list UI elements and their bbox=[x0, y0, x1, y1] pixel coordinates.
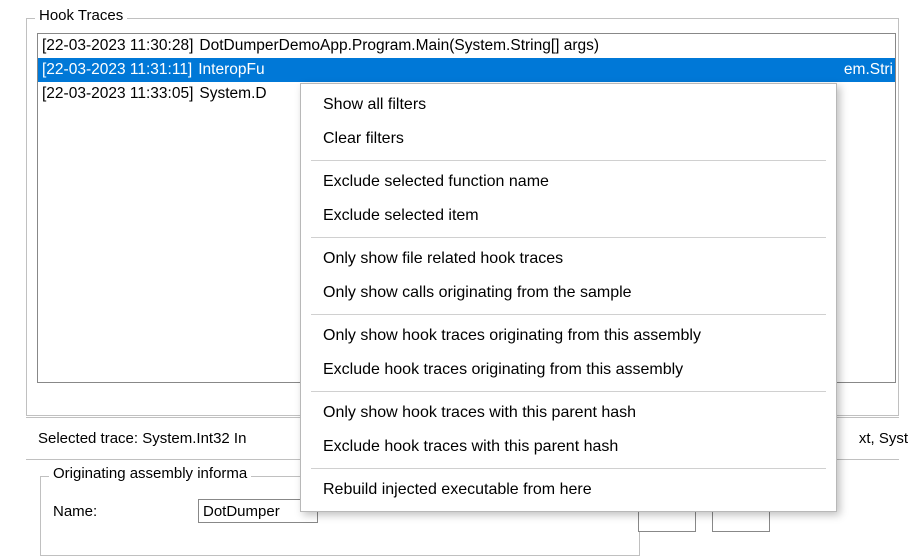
menu-exclude-item[interactable]: Exclude selected item bbox=[301, 199, 836, 233]
context-menu: Show all filters Clear filters Exclude s… bbox=[300, 83, 837, 512]
menu-separator bbox=[311, 314, 826, 315]
menu-show-all-filters[interactable]: Show all filters bbox=[301, 88, 836, 122]
control-fragment[interactable] bbox=[638, 510, 696, 532]
menu-exclude-parent-hash[interactable]: Exclude hook traces with this parent has… bbox=[301, 430, 836, 464]
row-tail: em.Stri bbox=[844, 61, 893, 79]
control-fragment[interactable] bbox=[712, 510, 770, 532]
menu-separator bbox=[311, 468, 826, 469]
function-name: System.D bbox=[199, 85, 266, 103]
menu-separator bbox=[311, 391, 826, 392]
menu-only-from-sample[interactable]: Only show calls originating from the sam… bbox=[301, 276, 836, 310]
menu-exclude-function-name[interactable]: Exclude selected function name bbox=[301, 165, 836, 199]
menu-exclude-from-assembly[interactable]: Exclude hook traces originating from thi… bbox=[301, 353, 836, 387]
name-label: Name: bbox=[53, 503, 198, 520]
selected-trace-tail: xt, Syst bbox=[859, 424, 908, 454]
selected-trace-label: Selected trace: System.Int32 In bbox=[38, 430, 246, 447]
function-name: DotDumperDemoApp.Program.Main(System.Str… bbox=[199, 37, 599, 55]
menu-rebuild-executable[interactable]: Rebuild injected executable from here bbox=[301, 473, 836, 507]
timestamp: [22-03-2023 11:30:28] bbox=[42, 37, 193, 55]
menu-separator bbox=[311, 160, 826, 161]
menu-only-from-assembly[interactable]: Only show hook traces originating from t… bbox=[301, 319, 836, 353]
menu-only-file-related[interactable]: Only show file related hook traces bbox=[301, 242, 836, 276]
hook-traces-title: Hook Traces bbox=[35, 7, 127, 24]
menu-only-parent-hash[interactable]: Only show hook traces with this parent h… bbox=[301, 396, 836, 430]
list-item[interactable]: [22-03-2023 11:30:28] DotDumperDemoApp.P… bbox=[38, 34, 895, 58]
menu-clear-filters[interactable]: Clear filters bbox=[301, 122, 836, 156]
function-name: InteropFu bbox=[198, 61, 264, 79]
list-item[interactable]: [22-03-2023 11:31:11] InteropFu em.Stri bbox=[38, 58, 895, 82]
menu-separator bbox=[311, 237, 826, 238]
timestamp: [22-03-2023 11:31:11] bbox=[42, 61, 192, 79]
timestamp: [22-03-2023 11:33:05] bbox=[42, 85, 193, 103]
originating-assembly-title: Originating assembly informa bbox=[49, 465, 251, 482]
